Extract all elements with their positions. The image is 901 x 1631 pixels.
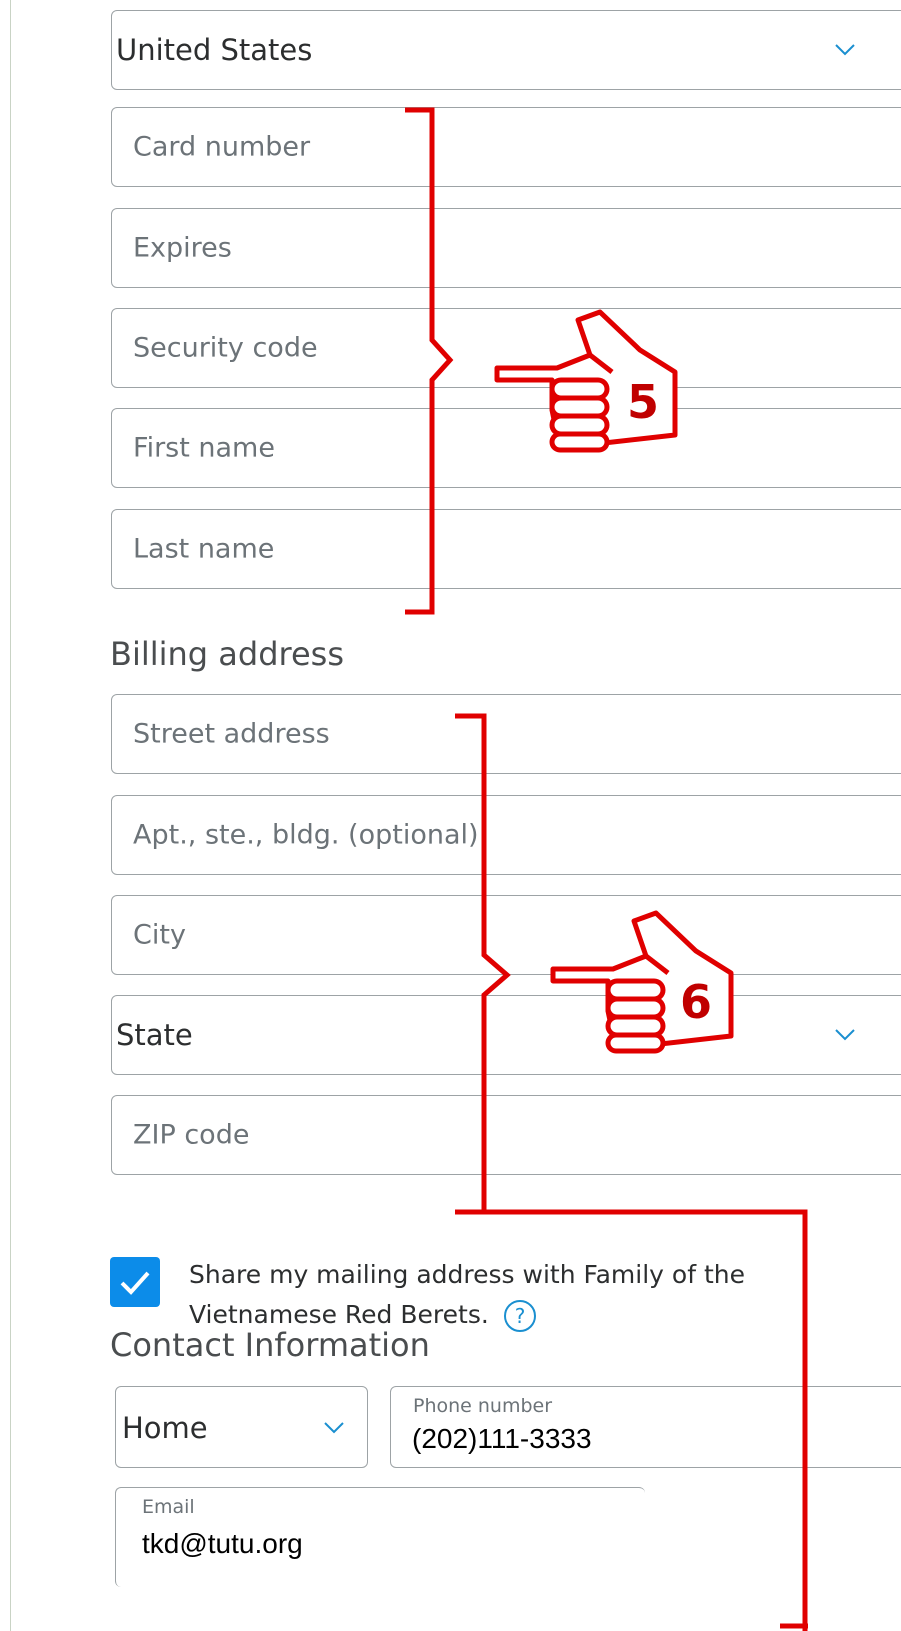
svg-text:?: ?	[514, 1304, 525, 1328]
apt-placeholder: Apt., ste., bldg. (optional)	[133, 819, 479, 851]
billing-address-heading: Billing address	[110, 635, 344, 673]
street-address-input[interactable]: Street address	[111, 694, 901, 774]
share-address-checkbox[interactable]	[110, 1257, 160, 1307]
last-name-input[interactable]: Last name	[111, 509, 901, 589]
page-left-border	[10, 0, 11, 1631]
street-address-placeholder: Street address	[133, 718, 330, 750]
city-placeholder: City	[133, 919, 186, 951]
check-icon	[120, 1271, 150, 1295]
email-value: tkd@tutu.org	[142, 1528, 303, 1559]
chevron-down-icon	[324, 1422, 344, 1434]
phone-number-input[interactable]: Phone number (202)111-3333	[390, 1386, 901, 1468]
state-select[interactable]: State	[111, 995, 901, 1075]
email-label: Email	[142, 1496, 195, 1518]
zip-code-placeholder: ZIP code	[133, 1119, 250, 1151]
contact-information-heading: Contact Information	[110, 1326, 430, 1364]
help-icon[interactable]: ?	[503, 1299, 537, 1333]
state-select-value: State	[116, 1018, 193, 1052]
phone-number-value: (202)111-3333	[412, 1423, 592, 1454]
country-select-value: United States	[116, 33, 313, 67]
card-number-placeholder: Card number	[133, 131, 311, 163]
chevron-down-icon	[835, 44, 855, 56]
first-name-placeholder: First name	[133, 432, 275, 464]
security-code-placeholder: Security code	[133, 332, 318, 364]
first-name-input[interactable]: First name	[111, 408, 901, 488]
expires-input[interactable]: Expires	[111, 208, 901, 288]
chevron-down-icon	[835, 1029, 855, 1041]
zip-code-input[interactable]: ZIP code	[111, 1095, 901, 1175]
share-address-label: Share my mailing address with Family of …	[189, 1255, 809, 1335]
phone-type-value: Home	[122, 1411, 208, 1445]
phone-type-select[interactable]: Home	[115, 1386, 368, 1468]
share-address-text: Share my mailing address with Family of …	[189, 1260, 745, 1329]
card-number-input[interactable]: Card number	[111, 107, 901, 187]
email-input[interactable]: Email tkd@tutu.org	[115, 1487, 645, 1587]
expires-placeholder: Expires	[133, 232, 232, 264]
last-name-placeholder: Last name	[133, 533, 275, 565]
country-select[interactable]: United States	[111, 10, 901, 90]
apt-input[interactable]: Apt., ste., bldg. (optional)	[111, 795, 901, 875]
phone-number-label: Phone number	[413, 1395, 553, 1417]
security-code-input[interactable]: Security code	[111, 308, 901, 388]
city-input[interactable]: City	[111, 895, 901, 975]
